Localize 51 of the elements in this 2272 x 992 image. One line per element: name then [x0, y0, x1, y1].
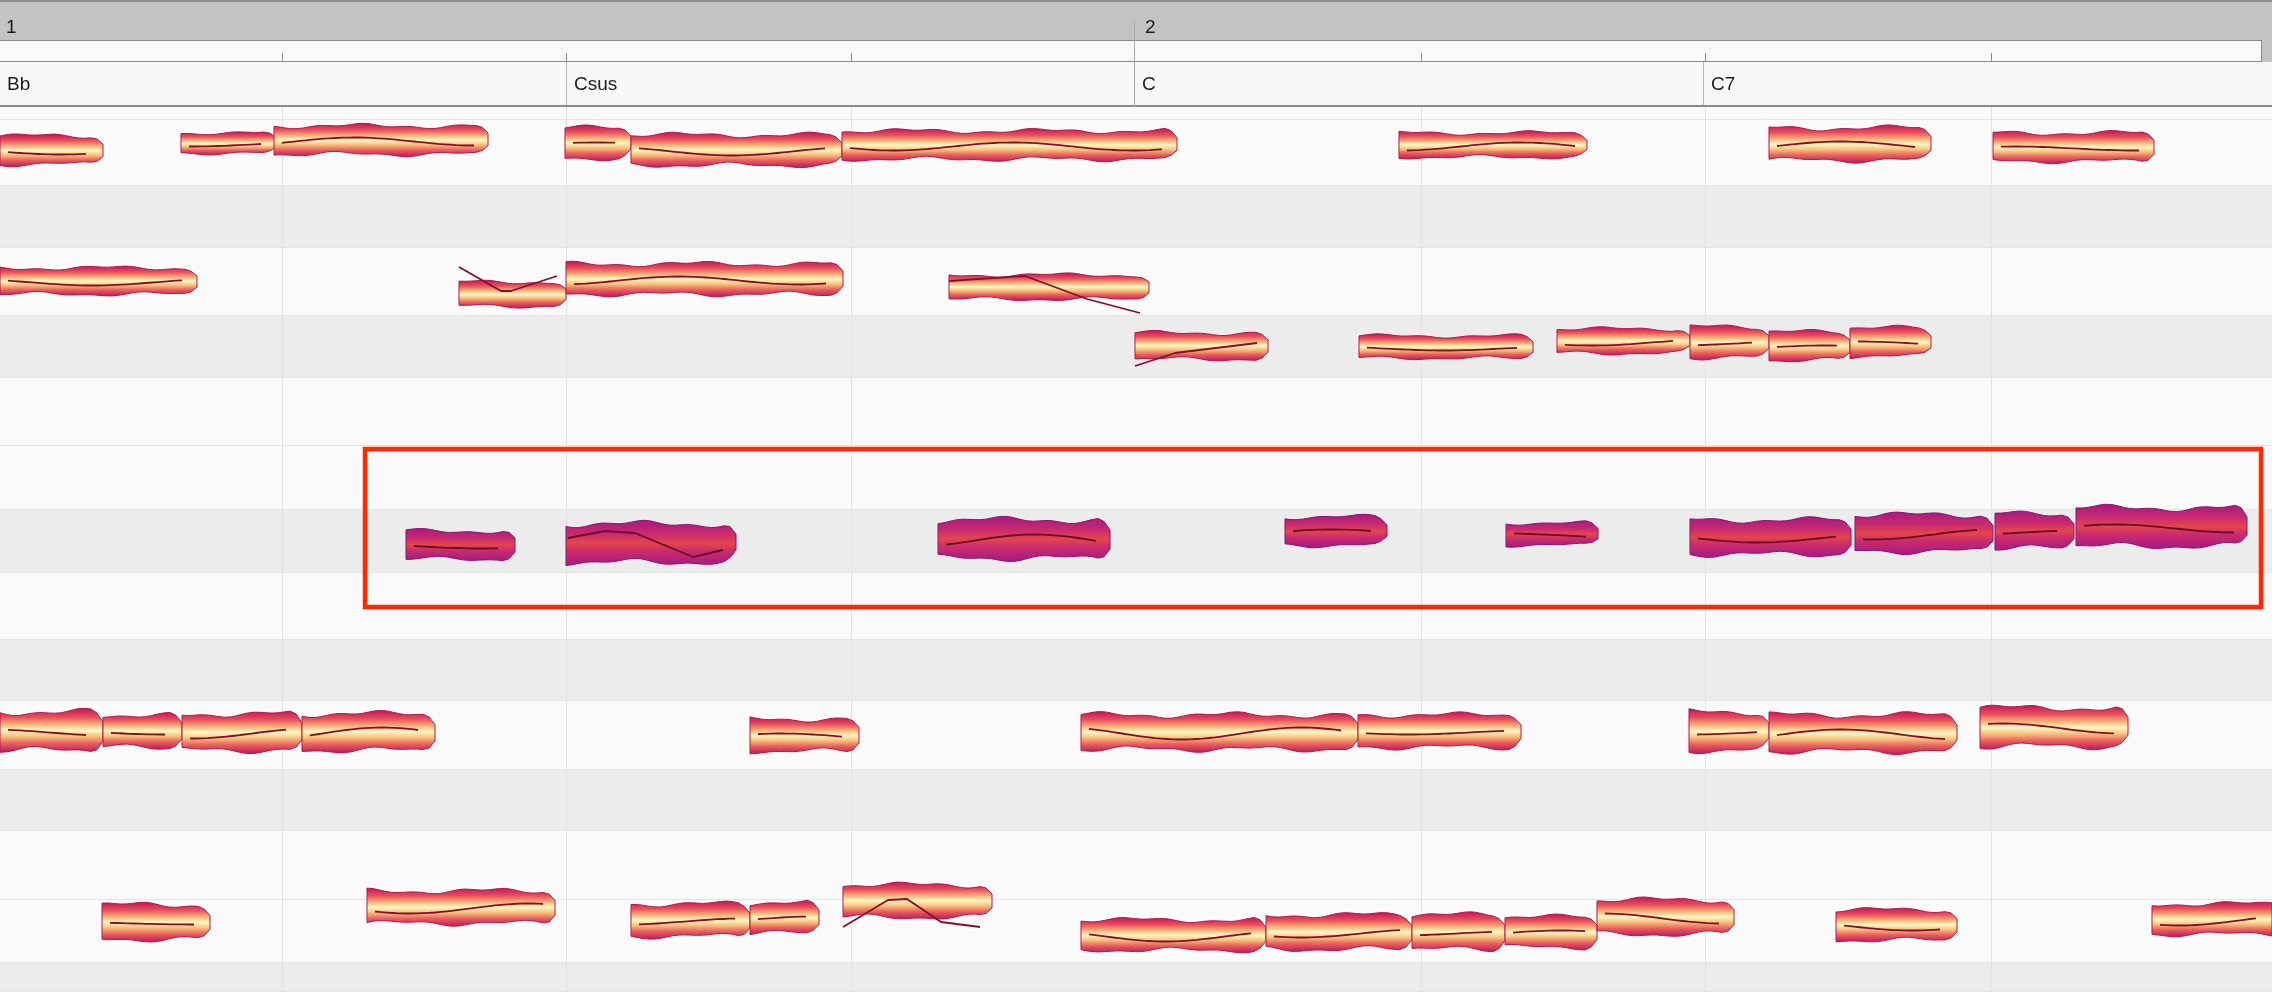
note-blob[interactable] [0, 133, 104, 168]
bar-number: 1 [6, 16, 17, 37]
chord-label: Csus [574, 72, 618, 95]
note-blob[interactable] [405, 528, 516, 562]
note-blob[interactable] [565, 519, 737, 566]
note-blob[interactable] [841, 127, 1178, 163]
note-blob[interactable] [1357, 711, 1522, 751]
note-blob[interactable] [842, 881, 993, 928]
note-blob[interactable] [1689, 324, 1770, 361]
note-blob[interactable] [1504, 913, 1598, 951]
note-blob[interactable] [1080, 917, 1267, 954]
note-blob[interactable] [1849, 324, 1932, 360]
note-blob[interactable] [630, 900, 751, 940]
note-blob[interactable] [273, 122, 489, 158]
note-blob[interactable] [1398, 130, 1588, 160]
note-blob[interactable] [0, 707, 104, 753]
note-blob[interactable] [749, 899, 820, 936]
chord-label: Bb [7, 72, 31, 95]
note-blob[interactable] [1505, 520, 1599, 548]
note-blob[interactable] [1265, 912, 1413, 952]
chord-label: C7 [1711, 72, 1736, 95]
note-blob[interactable] [1994, 510, 2075, 551]
bar-number: 2 [1145, 16, 1156, 37]
note-blob[interactable] [1689, 516, 1852, 558]
note-blob[interactable] [1768, 124, 1932, 164]
note-blob[interactable] [1596, 896, 1735, 937]
note-blob[interactable] [749, 716, 860, 755]
note-blob[interactable] [948, 272, 1150, 314]
note-blob[interactable] [1080, 711, 1359, 753]
note-blob[interactable] [565, 260, 844, 298]
note-blob[interactable] [366, 887, 556, 927]
note-blob[interactable] [1134, 329, 1269, 367]
note-blob[interactable] [458, 266, 567, 309]
note-blob[interactable] [2075, 503, 2248, 549]
note-blob[interactable] [181, 710, 303, 754]
note-blob[interactable] [1768, 711, 1958, 756]
note-blob[interactable] [630, 131, 843, 169]
note-blob[interactable] [1979, 704, 2129, 751]
note-blob[interactable] [1284, 513, 1388, 549]
note-blob[interactable] [101, 901, 211, 943]
note-blob[interactable] [1688, 708, 1770, 755]
note-blob[interactable] [301, 709, 436, 754]
note-blob[interactable] [1411, 911, 1506, 953]
note-blob[interactable] [2151, 901, 2272, 938]
note-blob[interactable] [1992, 130, 2155, 165]
note-blob[interactable] [1358, 333, 1534, 361]
note-blob[interactable] [1556, 326, 1691, 356]
note-blob[interactable] [937, 515, 1111, 562]
chord-label: C [1142, 72, 1156, 95]
note-blob[interactable] [102, 711, 183, 750]
note-blob[interactable] [1854, 511, 1994, 555]
